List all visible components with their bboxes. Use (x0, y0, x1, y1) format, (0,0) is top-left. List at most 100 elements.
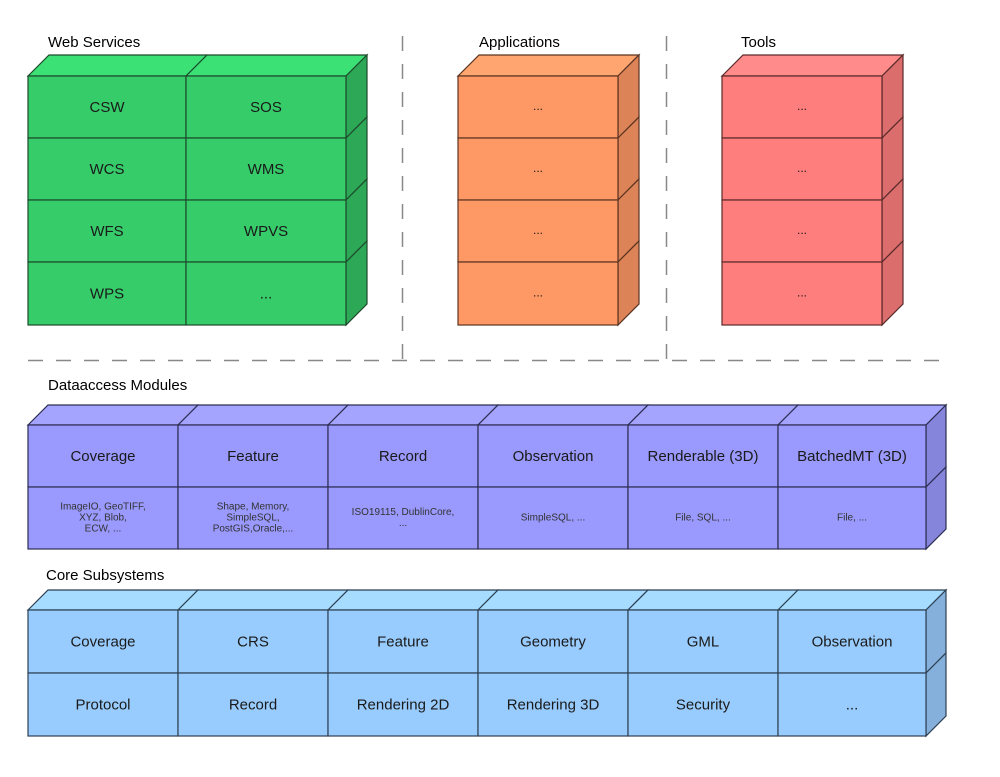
block-cell: ... (721, 261, 883, 326)
block-cell: ... (721, 199, 883, 263)
block-cell: Feature (177, 424, 329, 488)
block-top-face (456, 54, 641, 77)
block-cell: ... (457, 137, 619, 201)
section-title-dataaccess: Dataaccess Modules (48, 377, 187, 394)
block-tools: ............ (720, 53, 905, 327)
web-service-label: ... (260, 285, 273, 302)
application-label: ... (533, 161, 543, 175)
core-subsystem-label: CRS (237, 633, 269, 650)
core-subsystem-label: Geometry (520, 633, 586, 650)
block-top-face (176, 589, 350, 611)
tool-label: ... (797, 99, 807, 113)
module-backends: Shape, Memory, (217, 502, 290, 513)
block-cell: Observation (777, 609, 927, 674)
block-applications: ............ (456, 53, 641, 327)
core-subsystem-label: Feature (377, 633, 429, 650)
application-label: ... (533, 286, 543, 300)
block-top-face (26, 404, 200, 426)
block-top-face (720, 54, 905, 77)
module-backends: File, SQL, ... (675, 513, 731, 524)
section-title-tools: Tools (741, 34, 776, 51)
core-subsystem-label: Rendering 2D (357, 696, 450, 713)
module-name: Feature (227, 448, 279, 465)
application-label: ... (533, 223, 543, 237)
architecture-diagram: Web Services Applications Tools Dataacce… (26, 34, 948, 738)
web-service-label: WFS (90, 223, 123, 240)
section-title-applications: Applications (479, 34, 560, 51)
block-cell: WPS (27, 261, 187, 326)
web-service-label: WPS (90, 285, 124, 302)
core-subsystem-label: ... (846, 696, 859, 713)
web-service-label: WPVS (244, 223, 288, 240)
block-cell: Rendering 2D (327, 672, 479, 737)
module-backends: SimpleSQL, ... (521, 513, 585, 524)
module-backends: ... (399, 518, 407, 529)
block-core: Coverage CRS Feature Geometry GML Observation… (26, 588, 948, 738)
block-cell: Coverage (27, 424, 179, 488)
block-cell: WPVS (185, 199, 347, 263)
block-web-services: CSW SOS WCS WMS WFS WPVS WPS... (26, 53, 369, 327)
core-subsystem-label: GML (687, 633, 720, 650)
block-cell: Coverage (27, 609, 179, 674)
core-subsystem-label: Rendering 3D (507, 696, 600, 713)
web-service-label: WMS (248, 161, 285, 178)
block-cell: Shape, Memory,SimpleSQL,PostGIS,Oracle,.… (177, 486, 329, 550)
block-cell: Feature (327, 609, 479, 674)
block-cell: GML (627, 609, 779, 674)
module-name: Record (379, 448, 427, 465)
core-subsystem-label: Protocol (75, 696, 130, 713)
core-subsystem-label: Record (229, 696, 277, 713)
block-cell: ... (721, 137, 883, 201)
web-service-label: WCS (90, 161, 125, 178)
block-top-face (326, 589, 500, 611)
block-top-face (626, 589, 800, 611)
module-name: Coverage (70, 448, 135, 465)
block-cell: Rendering 3D (477, 672, 629, 737)
module-backends: ImageIO, GeoTIFF, (60, 502, 146, 513)
block-top-face (476, 589, 650, 611)
module-backends: ECW, ... (85, 524, 122, 535)
block-cell: ... (457, 75, 619, 139)
block-cell: ImageIO, GeoTIFF,XYZ, Blob,ECW, ... (27, 486, 179, 550)
block-cell: Security (627, 672, 779, 737)
block-cell: WFS (27, 199, 187, 263)
block-cell: Record (177, 672, 329, 737)
block-top-face (626, 404, 800, 426)
module-backends: PostGIS,Oracle,... (213, 524, 294, 535)
core-subsystem-label: Coverage (70, 633, 135, 650)
application-label: ... (533, 99, 543, 113)
module-name: Observation (513, 448, 594, 465)
module-backends: ISO19115, DublinCore, (352, 507, 455, 518)
block-cell: Observation (477, 424, 629, 488)
blocks: CSW SOS WCS WMS WFS WPVS WPS..................… (26, 53, 948, 738)
block-cell: SOS (185, 75, 347, 139)
section-title-core: Core Subsystems (46, 567, 164, 584)
block-cell: ... (457, 261, 619, 326)
block-cell: Record (327, 424, 479, 488)
block-top-face (176, 404, 350, 426)
block-cell: CRS (177, 609, 329, 674)
module-backends: XYZ, Blob, (79, 513, 127, 524)
block-cell: WMS (185, 137, 347, 201)
block-top-face (184, 54, 369, 77)
module-backends: File, ... (837, 513, 867, 524)
block-top-face (776, 404, 948, 426)
core-subsystem-label: Security (676, 696, 731, 713)
tool-label: ... (797, 161, 807, 175)
web-service-label: CSW (90, 99, 126, 116)
block-cell: File, SQL, ... (627, 486, 779, 550)
block-cell: SimpleSQL, ... (477, 486, 629, 550)
block-top-face (26, 54, 209, 77)
block-top-face (776, 589, 948, 611)
block-cell: ... (777, 672, 927, 737)
block-cell: ... (457, 199, 619, 263)
module-backends: SimpleSQL, (226, 513, 279, 524)
block-top-face (326, 404, 500, 426)
block-top-face (26, 589, 200, 611)
core-subsystem-label: Observation (812, 633, 893, 650)
section-title-web-services: Web Services (48, 34, 140, 51)
block-cell: File, ... (777, 486, 927, 550)
block-cell: BatchedMT (3D) (777, 424, 927, 488)
block-cell: ISO19115, DublinCore,... (327, 486, 479, 550)
block-cell: WCS (27, 137, 187, 201)
